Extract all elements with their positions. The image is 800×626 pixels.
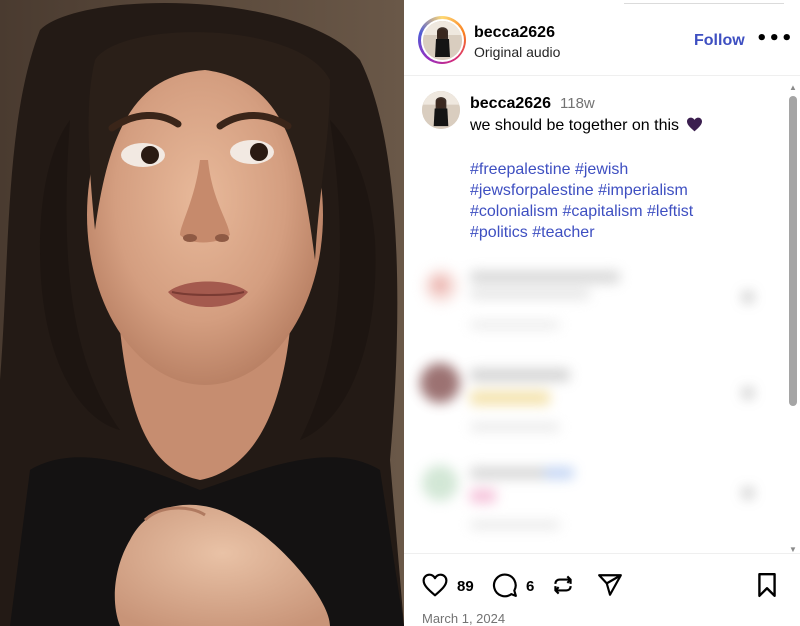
comments-scrollbar[interactable]: ▲ ▼: [788, 84, 798, 554]
hashtag-link[interactable]: #imperialism: [598, 182, 688, 199]
hashtag-link[interactable]: #colonialism: [470, 203, 558, 220]
heart-icon[interactable]: [422, 573, 448, 597]
caption-text: we should be together on this: [470, 117, 703, 135]
share-icon[interactable]: [596, 572, 624, 598]
scroll-up-icon[interactable]: ▲: [788, 84, 798, 92]
more-options-button[interactable]: •••: [756, 28, 794, 49]
hashtag-link[interactable]: #politics: [470, 224, 528, 241]
author-avatar-ring[interactable]: [418, 16, 466, 64]
hashtag-link[interactable]: #capitalism: [563, 203, 643, 220]
video-frame[interactable]: [0, 0, 404, 626]
post-date: March 1, 2024: [422, 611, 506, 626]
comment-count[interactable]: 6: [526, 578, 534, 595]
bookmark-icon[interactable]: [756, 572, 778, 598]
like-count[interactable]: 89: [457, 578, 474, 595]
post-header: becca2626 Original audio Follow •••: [404, 6, 800, 76]
purple-heart-icon: [687, 117, 703, 132]
hashtag-link[interactable]: #freepalestine: [470, 161, 571, 178]
comments-section[interactable]: becca2626 118w we should be together on …: [404, 77, 800, 553]
follow-button[interactable]: Follow: [694, 32, 745, 50]
caption-avatar[interactable]: [422, 91, 460, 129]
video-image: [0, 0, 404, 626]
repost-icon[interactable]: [550, 572, 576, 598]
avatar: [422, 20, 462, 60]
scrollbar-thumb[interactable]: [789, 96, 797, 406]
comment-icon[interactable]: [492, 572, 518, 598]
caption-timestamp[interactable]: 118w: [560, 95, 595, 112]
hashtag-link[interactable]: #teacher: [532, 224, 594, 241]
hashtag-link[interactable]: #leftist: [647, 203, 693, 220]
caption-username[interactable]: becca2626: [470, 95, 551, 113]
audio-label[interactable]: Original audio: [474, 44, 560, 60]
hashtag-link[interactable]: #jewsforpalestine: [470, 182, 594, 199]
caption-body: we should be together on this: [470, 117, 680, 134]
post-panel: becca2626 Original audio Follow ••• becc…: [404, 0, 800, 626]
action-bar: 89 6 March 1, 2024: [404, 553, 800, 626]
author-username[interactable]: becca2626: [474, 24, 555, 42]
hashtag-link[interactable]: #jewish: [575, 161, 628, 178]
blurred-comments: [404, 257, 784, 553]
hashtag-list: #freepalestine #jewish #jewsforpalestine…: [470, 159, 770, 243]
